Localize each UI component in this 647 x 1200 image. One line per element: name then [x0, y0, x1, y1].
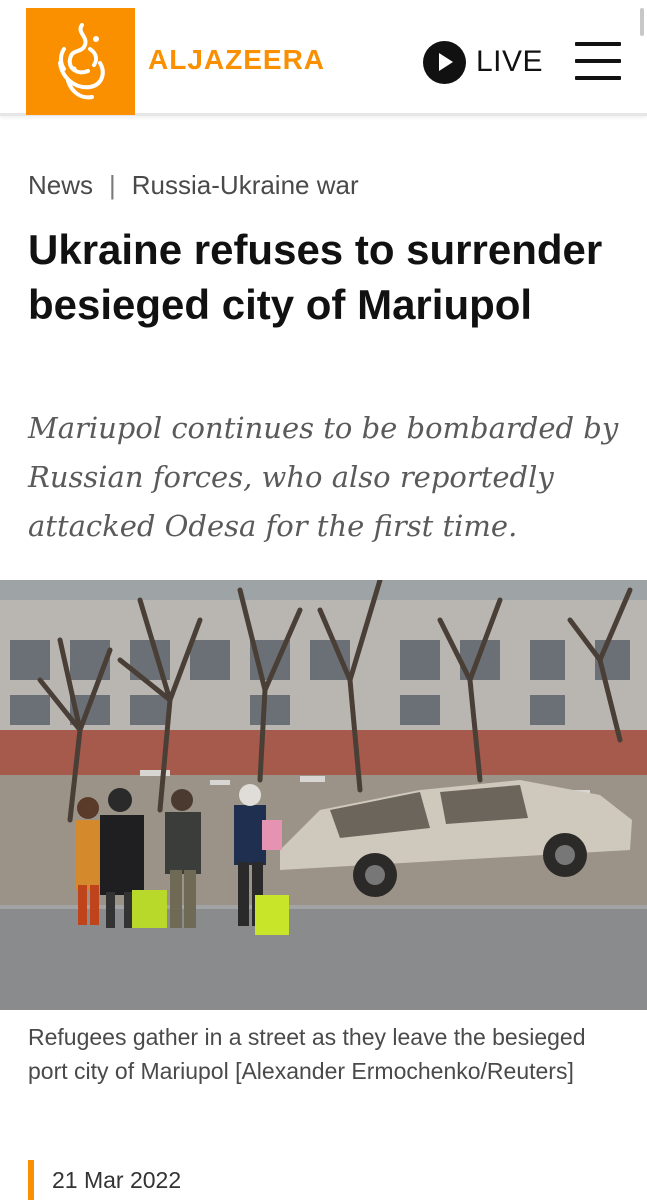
- breadcrumb-topic-link[interactable]: Russia-Ukraine war: [132, 170, 359, 201]
- image-caption: Refugees gather in a street as they leav…: [28, 1024, 586, 1084]
- hero-image[interactable]: [0, 580, 647, 1010]
- breadcrumb-news-link[interactable]: News: [28, 170, 93, 201]
- brand-wordmark[interactable]: ALJAZEERA: [148, 44, 325, 76]
- article-headline: Ukraine refuses to surrender besieged ci…: [28, 226, 603, 328]
- live-label: LIVE: [476, 45, 544, 78]
- play-icon: [423, 40, 466, 84]
- date-accent-bar: [28, 1160, 34, 1200]
- publish-date: 21 Mar 2022: [52, 1166, 182, 1193]
- scrollbar[interactable]: [640, 8, 644, 36]
- publish-date-row: 21 Mar 2022: [28, 1160, 181, 1200]
- live-button[interactable]: LIVE: [423, 40, 543, 84]
- article-standfirst: Mariupol continues to be bombarded by Ru…: [28, 411, 619, 543]
- site-header: ALJAZEERA LIVE: [0, 0, 647, 116]
- breadcrumb-separator: |: [109, 170, 116, 200]
- breadcrumb: News | Russia-Ukraine war: [28, 170, 359, 201]
- aljazeera-calligraphy-logo-icon: [57, 22, 105, 99]
- article-page: ALJAZEERA LIVE News | Russia-Ukraine war…: [0, 0, 647, 1200]
- logo-link[interactable]: [26, 8, 135, 115]
- hamburger-menu-icon[interactable]: [575, 42, 621, 80]
